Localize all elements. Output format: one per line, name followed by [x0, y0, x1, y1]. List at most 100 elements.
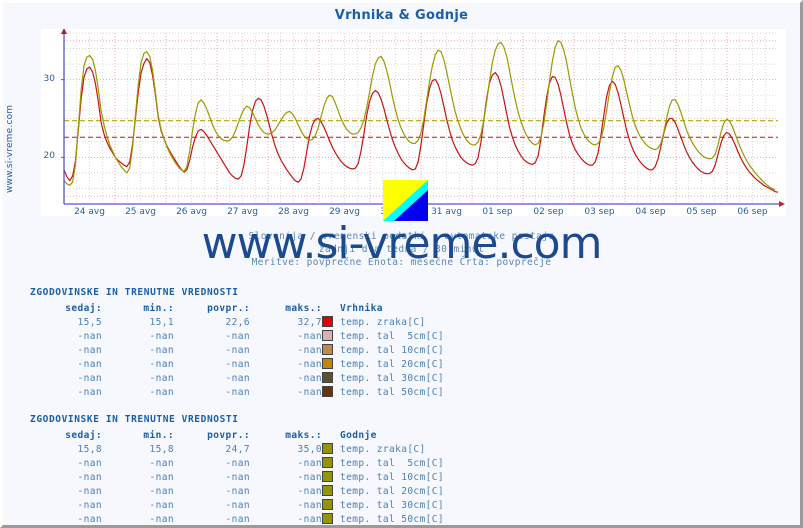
legend-cell-min: -nan [149, 513, 174, 525]
legend-grid: sedaj: min.: povpr.: maks.: Godnje 15,8 1… [30, 428, 445, 525]
legend-color-swatch [322, 329, 340, 343]
y-axis-tick-label: 20 [43, 151, 55, 162]
legend-row: -nan -nan -nan -nan temp. tal 10cm[C] [30, 343, 444, 357]
legend-row: 15,5 15,1 22,6 32,7 temp. zraka[C] [30, 315, 444, 329]
legend-row: -nan -nan -nan -nan temp. tal 10cm[C] [30, 470, 444, 484]
legend-header-max: maks.: [285, 429, 322, 441]
x-axis-tick-label: 31 avg [431, 207, 462, 217]
legend-caption: ZGODOVINSKE IN TRENUTNE VREDNOSTI [30, 287, 239, 298]
x-axis-tick-label: 26 avg [176, 207, 207, 217]
page-title-second: Godnje [415, 8, 469, 23]
legend-header-now: sedaj: [65, 429, 102, 441]
legend-cell-avg: -nan [225, 513, 250, 525]
legend-cell-label: temp. tal 30cm[C] [340, 499, 445, 511]
legend-table-vrhnika: ZGODOVINSKE IN TRENUTNE VREDNOSTI sedaj:… [30, 287, 444, 399]
legend-cell-now: -nan [77, 499, 102, 511]
y-axis-arrow [61, 29, 67, 34]
legend-cell-min: -nan [149, 344, 174, 356]
legend-cell-label: temp. tal 10cm[C] [340, 471, 445, 483]
x-axis-tick-label: 05 sep [686, 207, 717, 217]
legend-color-swatch [322, 315, 340, 329]
legend-cell-max: -nan [297, 358, 322, 370]
legend-color-swatch [322, 371, 340, 385]
legend-row: 15,8 15,8 24,7 35,0 temp. zraka[C] [30, 442, 444, 456]
x-axis-tick-label: 01 sep [482, 207, 513, 217]
page-inner: www.si-vreme.com Vrhnika & Godnje 20 30 24… [3, 3, 800, 525]
legend-cell-max: -nan [297, 513, 322, 525]
legend-cell-label: temp. tal 5cm[C] [340, 330, 445, 342]
y-axis-tick-label: 30 [43, 73, 55, 84]
legend-cell-now: -nan [77, 386, 102, 398]
x-axis-tick-label: 29 avg [329, 207, 360, 217]
legend-row: -nan -nan -nan -nan temp. tal 30cm[C] [30, 371, 444, 385]
legend-cell-max: -nan [297, 457, 322, 469]
legend-header-min: min.: [143, 302, 174, 314]
legend-cell-min: -nan [149, 330, 174, 342]
legend-color-swatch [322, 484, 340, 498]
legend-table-godnje: ZGODOVINSKE IN TRENUTNE VREDNOSTI sedaj:… [30, 414, 445, 525]
legend-grid: sedaj: min.: povpr.: maks.: Vrhnika 15,5… [30, 301, 444, 399]
legend-color-swatch [322, 343, 340, 357]
page-title: Vrhnika & Godnje [3, 8, 800, 23]
legend-row: -nan -nan -nan -nan temp. tal 20cm[C] [30, 484, 444, 498]
legend-cell-max: -nan [297, 330, 322, 342]
legend-header-row: sedaj: min.: povpr.: maks.: Godnje [30, 428, 444, 442]
legend-header-max: maks.: [285, 302, 322, 314]
legend-cell-min: -nan [149, 372, 174, 384]
legend-color-swatch [322, 512, 340, 525]
swatch-icon [322, 343, 333, 355]
x-axis-arrow [779, 201, 785, 207]
legend-cell-now: -nan [77, 344, 102, 356]
legend-row: -nan -nan -nan -nan temp. tal 30cm[C] [30, 498, 444, 512]
legend-header-station: Godnje [340, 429, 377, 441]
legend-header-min: min.: [143, 429, 174, 441]
legend-row: -nan -nan -nan -nan temp. tal 50cm[C] [30, 385, 444, 399]
swatch-icon [322, 512, 333, 524]
legend-cell-max: -nan [297, 499, 322, 511]
x-axis-tick-label: 04 sep [635, 207, 666, 217]
legend-cell-label: temp. zraka[C] [340, 316, 426, 328]
legend-cell-avg: -nan [225, 457, 250, 469]
swatch-icon [322, 442, 333, 454]
x-axis-tick-label: 06 sep [737, 207, 768, 217]
x-axis-tick-label: 02 sep [533, 207, 564, 217]
legend-cell-label: temp. tal 5cm[C] [340, 457, 445, 469]
legend-cell-max: -nan [297, 372, 322, 384]
legend-row: -nan -nan -nan -nan temp. tal 5cm[C] [30, 329, 444, 343]
legend-cell-label: temp. tal 50cm[C] [340, 513, 445, 525]
x-axis-tick-label: 27 avg [227, 207, 258, 217]
legend-color-swatch [322, 470, 340, 484]
legend-cell-now: -nan [77, 513, 102, 525]
legend-cell-now: 15,5 [77, 316, 102, 328]
legend-header-swatch [322, 428, 340, 442]
legend-cell-avg: -nan [225, 499, 250, 511]
legend-cell-max: 35,0 [297, 443, 322, 455]
legend-header-now: sedaj: [65, 302, 102, 314]
legend-cell-label: temp. tal 50cm[C] [340, 386, 445, 398]
legend-row: -nan -nan -nan -nan temp. tal 20cm[C] [30, 357, 444, 371]
swatch-icon [322, 315, 333, 327]
legend-color-swatch [322, 442, 340, 456]
legend-row: -nan -nan -nan -nan temp. tal 50cm[C] [30, 512, 445, 525]
legend-cell-now: -nan [77, 358, 102, 370]
legend-cell-avg: -nan [225, 386, 250, 398]
swatch-icon [322, 357, 333, 369]
legend-cell-avg: -nan [225, 330, 250, 342]
legend-header-avg: povpr.: [207, 429, 250, 441]
legend-color-swatch [322, 498, 340, 512]
legend-cell-min: -nan [149, 485, 174, 497]
swatch-icon [322, 371, 333, 383]
site-vertical-label: www.si-vreme.com [5, 104, 15, 193]
swatch-icon [322, 456, 333, 468]
legend-cell-now: -nan [77, 457, 102, 469]
swatch-icon [322, 484, 333, 496]
legend-cell-min: -nan [149, 386, 174, 398]
legend-cell-min: -nan [149, 358, 174, 370]
legend-cell-avg: -nan [225, 358, 250, 370]
legend-cell-max: 32,7 [297, 316, 322, 328]
swatch-icon [322, 470, 333, 482]
legend-cell-now: -nan [77, 372, 102, 384]
swatch-icon [322, 385, 333, 397]
legend-color-swatch [322, 357, 340, 371]
legend-row: -nan -nan -nan -nan temp. tal 5cm[C] [30, 456, 444, 470]
